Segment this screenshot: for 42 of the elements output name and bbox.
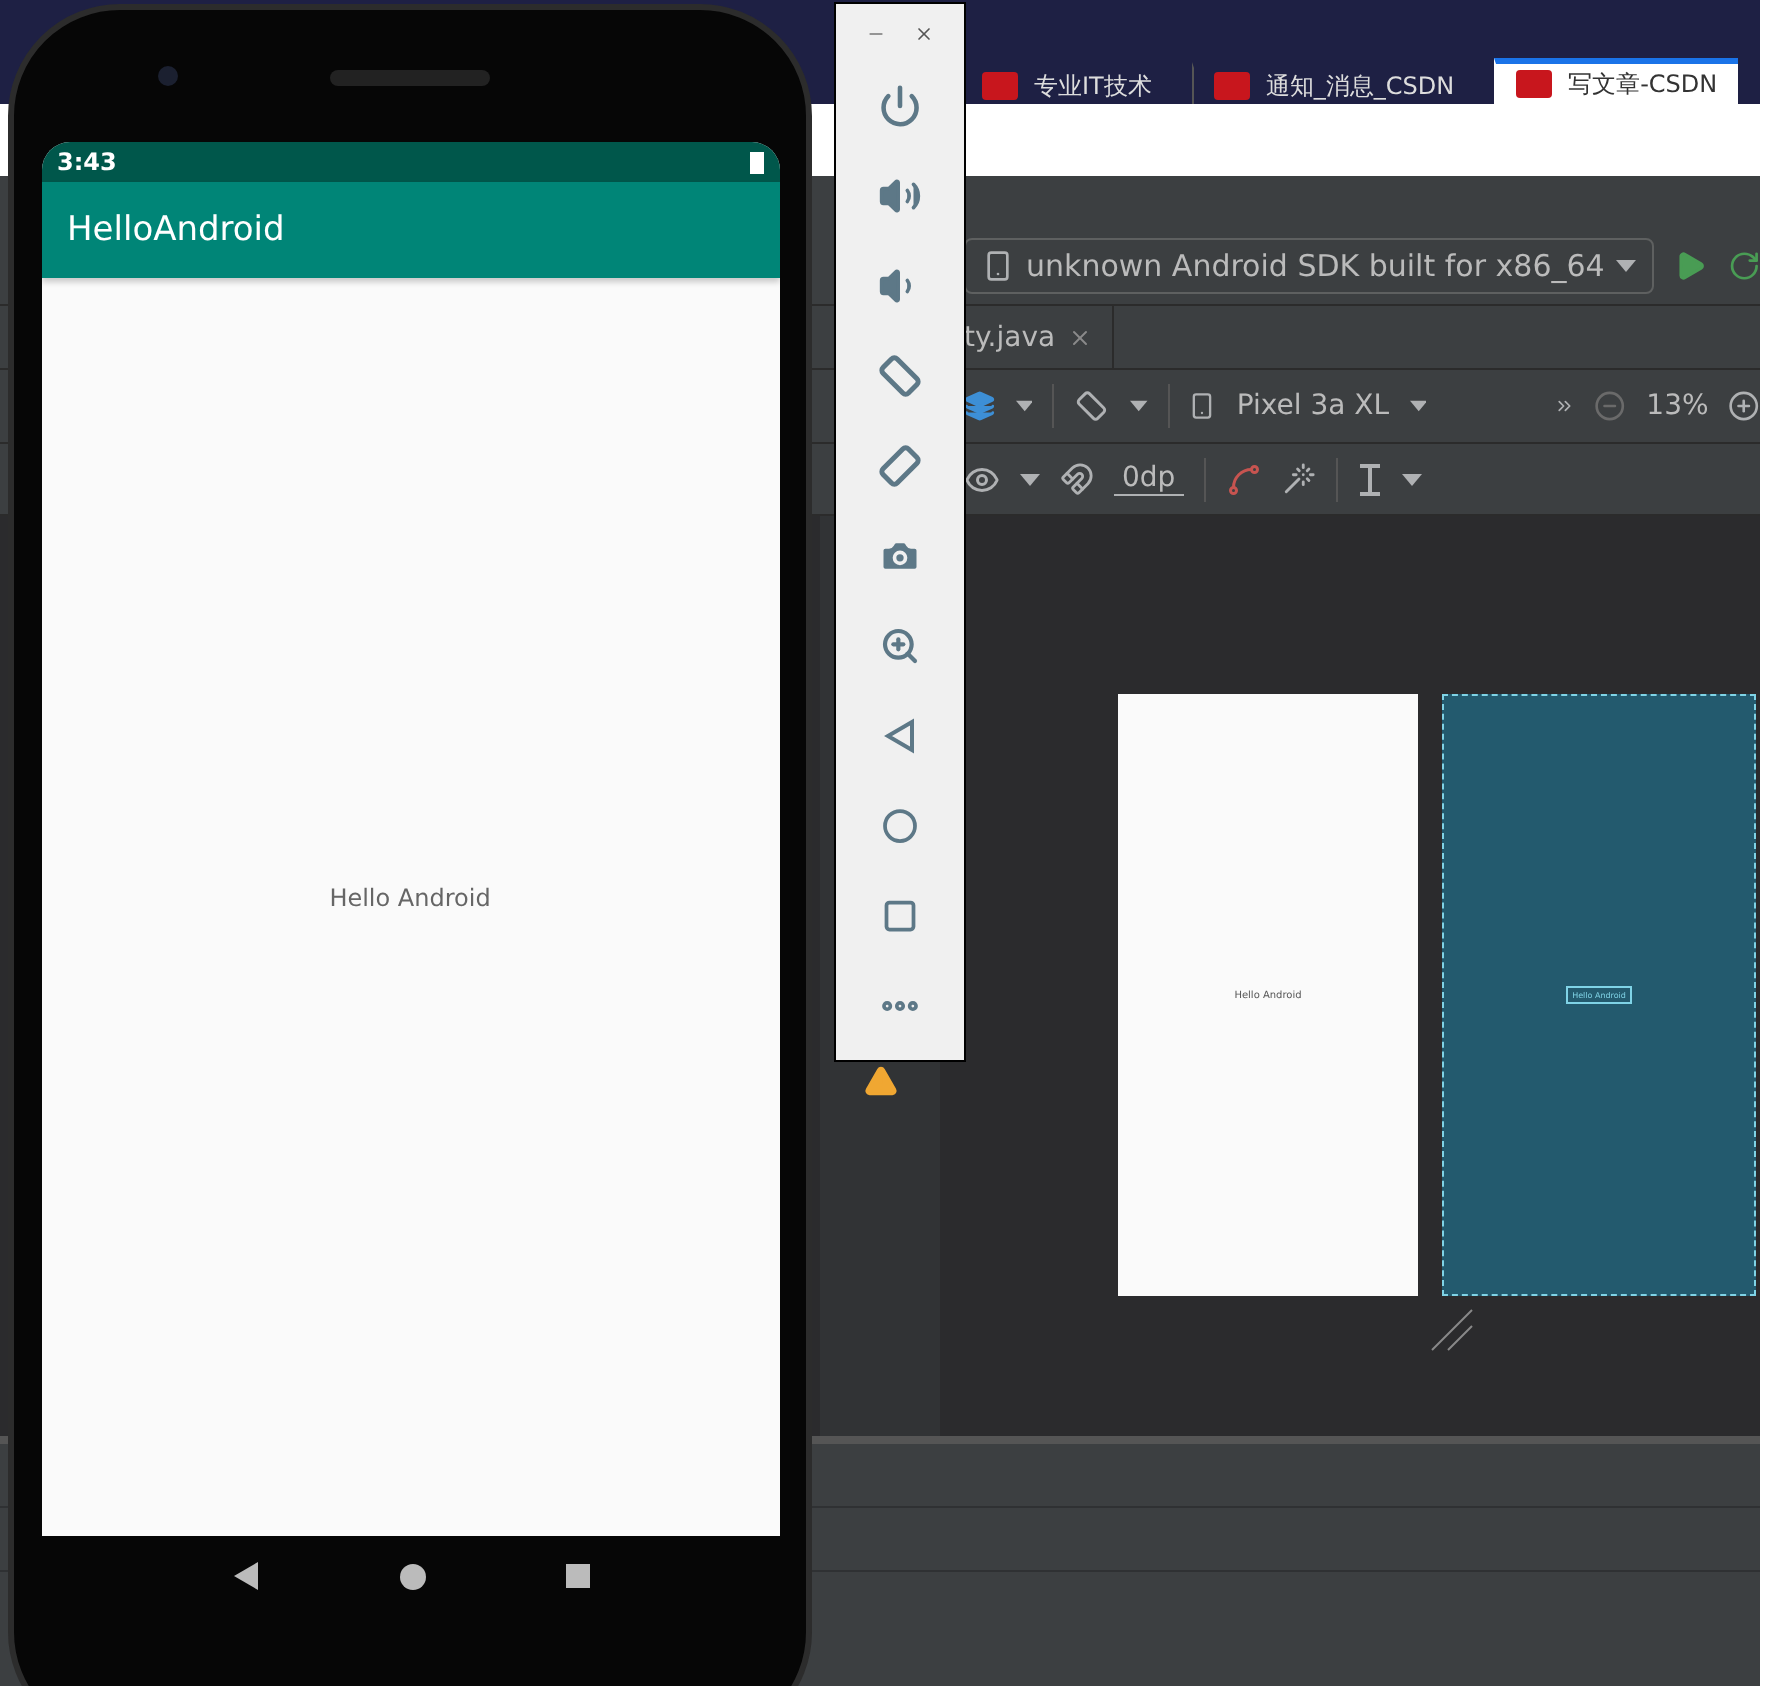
site-icon: [1516, 70, 1553, 98]
zoom-level: 13%: [1646, 390, 1709, 422]
power-icon[interactable]: [878, 83, 922, 127]
phone-icon: [1188, 390, 1217, 422]
run-icon[interactable]: [1674, 247, 1708, 283]
status-time: 3:43: [57, 148, 117, 176]
device-selector[interactable]: unknown Android SDK built for x86_64: [964, 237, 1655, 293]
site-icon: [1213, 72, 1250, 100]
home-icon[interactable]: [399, 1563, 425, 1589]
caret-icon: [1401, 473, 1422, 485]
close-icon[interactable]: [1067, 325, 1092, 349]
layers-icon[interactable]: [964, 388, 996, 424]
magnet-icon[interactable]: [1060, 462, 1094, 496]
caret-icon: [1129, 400, 1148, 412]
caret-icon: [1020, 473, 1040, 485]
phone-icon: [982, 249, 1014, 281]
refresh-icon[interactable]: [1727, 247, 1760, 283]
content-text: Hello Android: [329, 883, 491, 911]
battery-icon: [749, 150, 763, 174]
caret-icon: [1409, 400, 1427, 412]
device-model[interactable]: Pixel 3a XL: [1236, 390, 1390, 422]
zoom-out-icon[interactable]: [1594, 388, 1627, 424]
zoom-in-icon[interactable]: [1728, 388, 1760, 424]
site-icon: [982, 72, 1018, 100]
align-icon[interactable]: [1357, 463, 1382, 495]
camera-icon: [158, 66, 178, 86]
app-title: HelloAndroid: [67, 210, 285, 250]
rotate-right-icon[interactable]: [876, 441, 924, 489]
caret-icon: [1616, 259, 1637, 271]
browser-tab[interactable]: 写文章-CSDN: [1494, 58, 1738, 104]
zoom-icon[interactable]: [880, 625, 920, 665]
warning-icon[interactable]: [863, 1064, 897, 1098]
resize-handle-icon[interactable]: [1430, 1308, 1474, 1352]
back-icon[interactable]: [231, 1562, 259, 1590]
overview-icon[interactable]: [565, 1564, 589, 1588]
rotate-icon[interactable]: [1074, 386, 1110, 426]
caret-icon: [1015, 400, 1033, 412]
constraint-icon[interactable]: [1225, 461, 1262, 497]
close-icon[interactable]: [914, 24, 934, 44]
wand-icon[interactable]: [1281, 462, 1316, 496]
margin-field[interactable]: 0dp: [1114, 462, 1184, 496]
rotate-left-icon[interactable]: [876, 351, 924, 399]
